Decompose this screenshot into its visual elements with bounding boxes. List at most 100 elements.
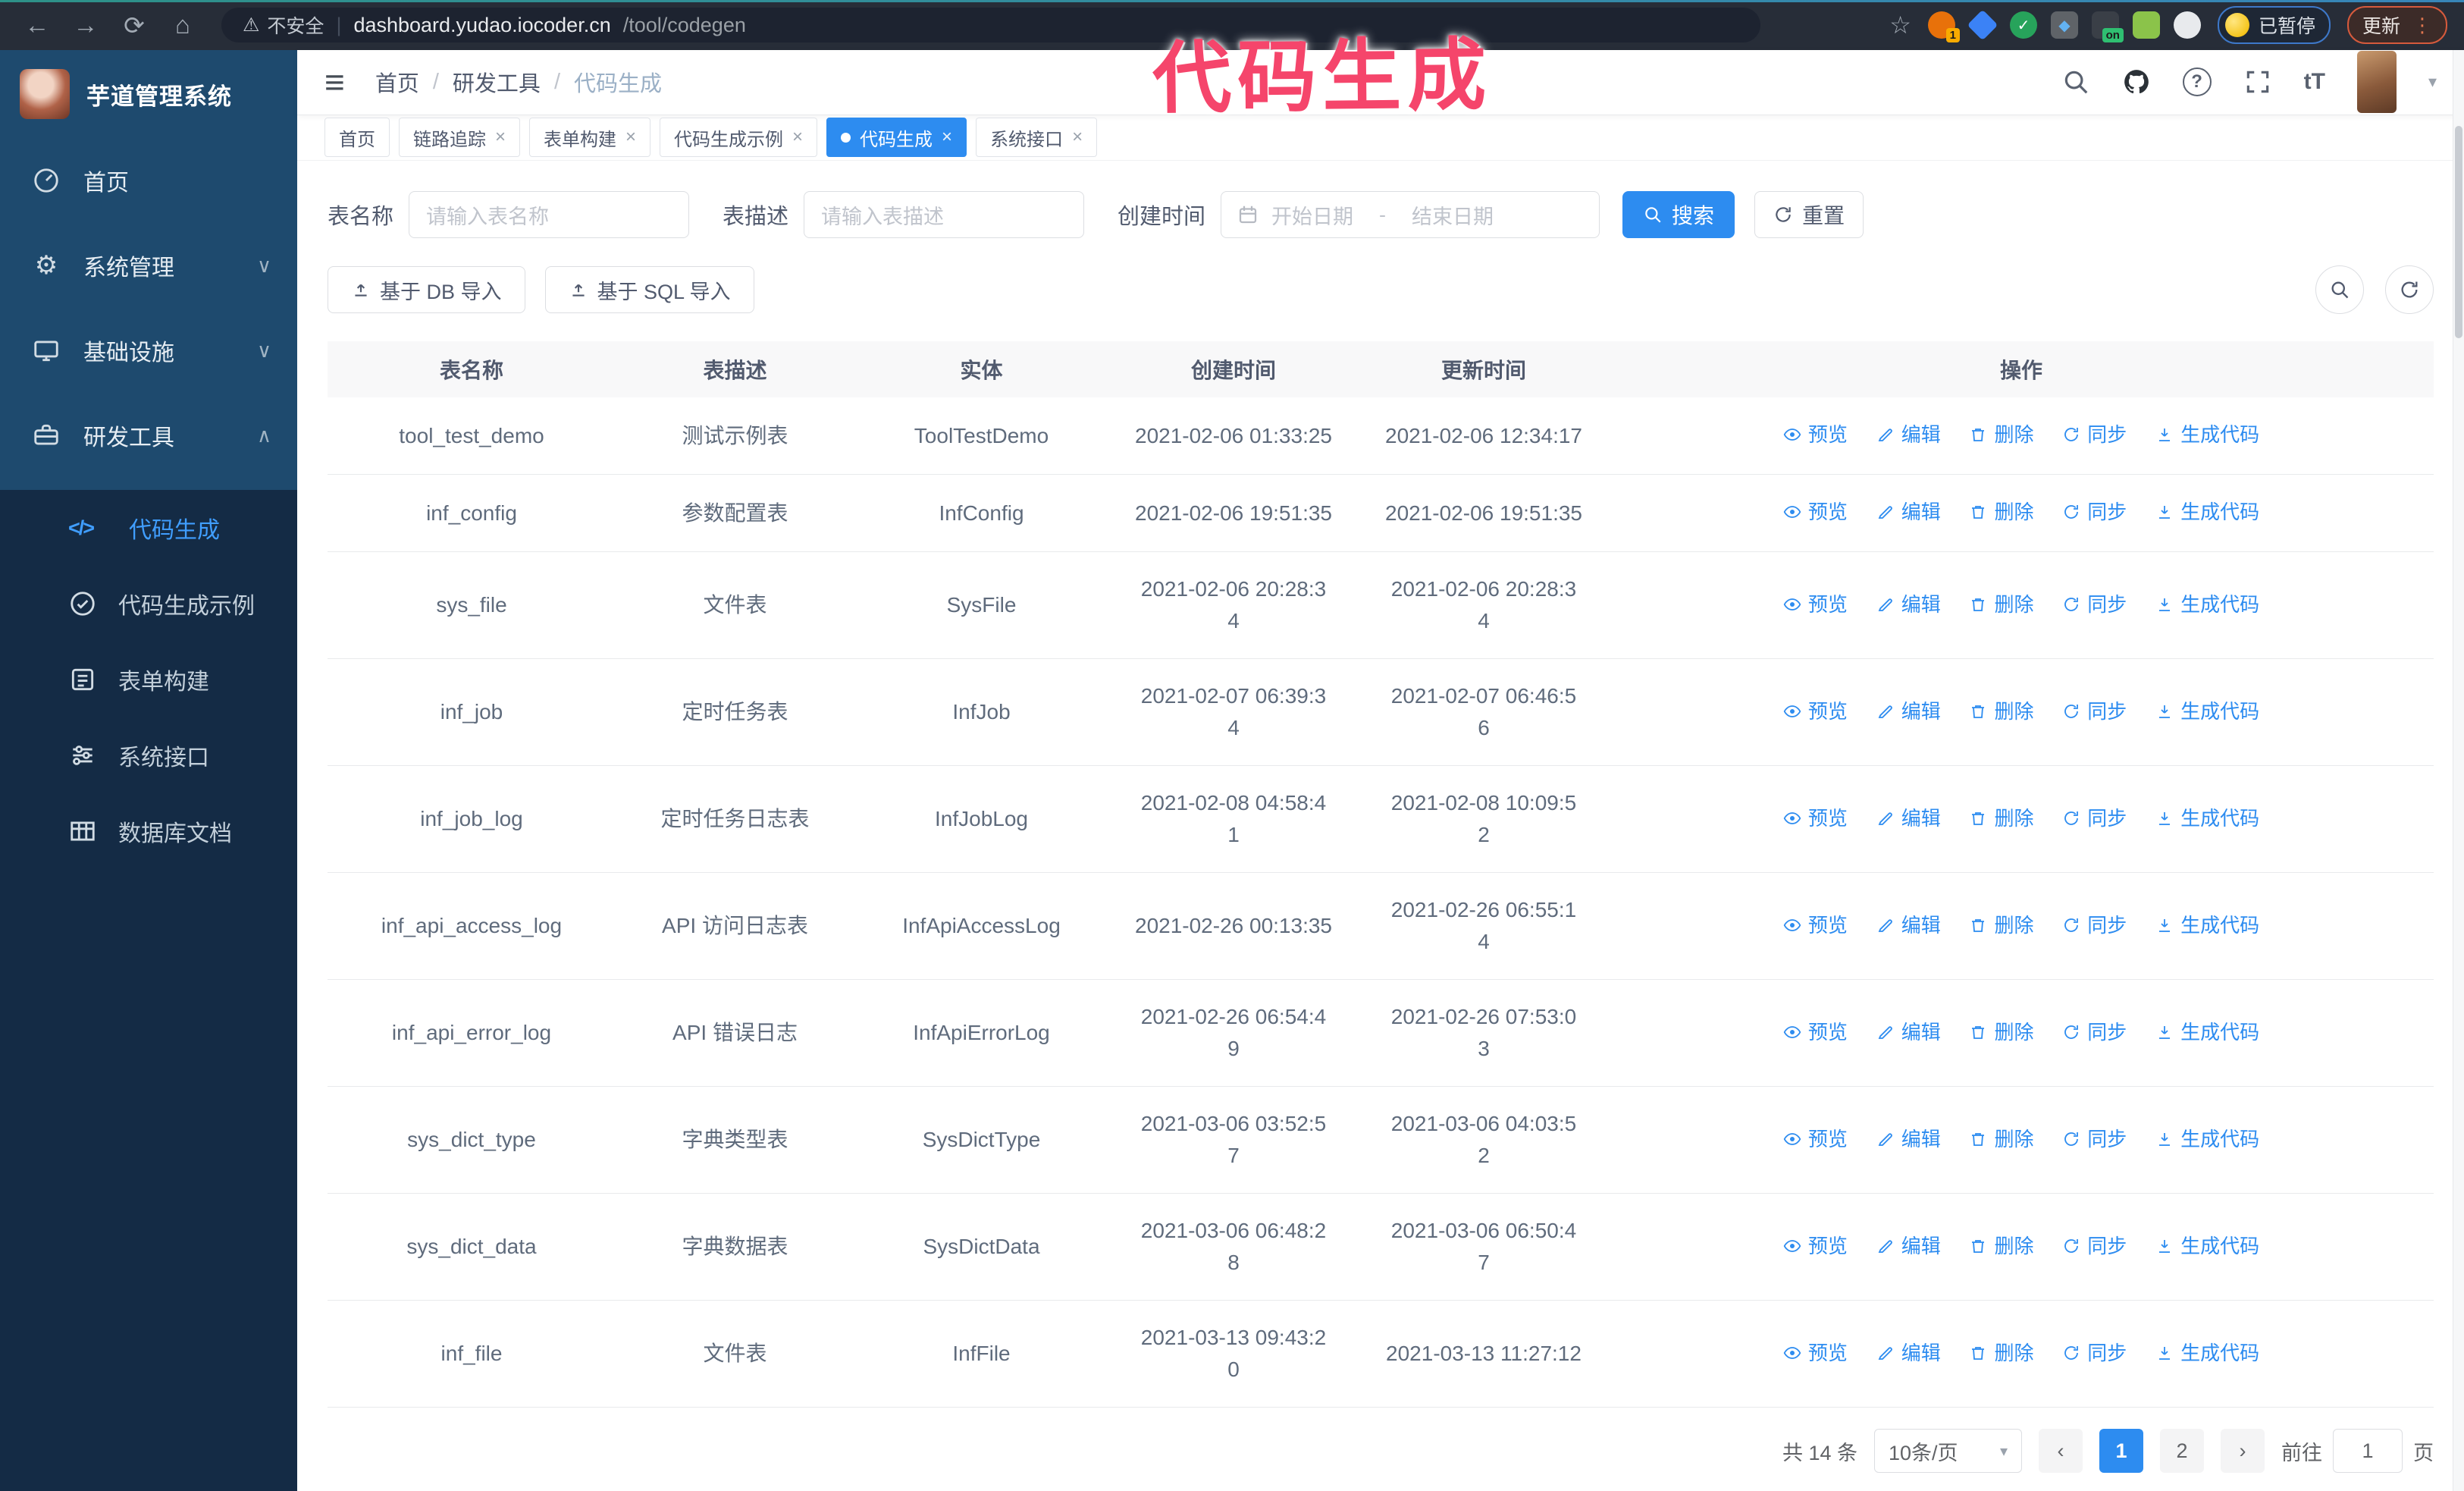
close-icon[interactable]: × <box>1072 127 1083 148</box>
extension-blue-gem[interactable] <box>1967 9 1998 41</box>
sidebar-item-system-api[interactable]: 系统接口 <box>0 717 297 793</box>
hamburger-icon[interactable]: ≡ <box>324 61 345 102</box>
edit-link[interactable]: 编辑 <box>1876 1337 1941 1369</box>
logo-row[interactable]: 芋道管理系统 <box>0 50 297 138</box>
generate-code-link[interactable]: 生成代码 <box>2155 802 2259 834</box>
extension-puzzle[interactable] <box>2173 11 2201 39</box>
delete-link[interactable]: 删除 <box>1969 419 2034 450</box>
preview-link[interactable]: 预览 <box>1783 909 1848 941</box>
delete-link[interactable]: 删除 <box>1969 909 2034 941</box>
user-avatar[interactable] <box>2356 51 2397 114</box>
delete-link[interactable]: 删除 <box>1969 802 2034 834</box>
page-2-button[interactable]: 2 <box>2160 1429 2204 1473</box>
generate-code-link[interactable]: 生成代码 <box>2155 496 2259 528</box>
sync-link[interactable]: 同步 <box>2062 1016 2127 1048</box>
sidebar-item-codegen-example[interactable]: 代码生成示例 <box>0 566 297 642</box>
goto-page-input[interactable]: 1 <box>2333 1429 2403 1473</box>
generate-code-link[interactable]: 生成代码 <box>2155 909 2259 941</box>
breadcrumb-devtools[interactable]: 研发工具 <box>453 66 541 98</box>
delete-link[interactable]: 删除 <box>1969 1230 2034 1262</box>
page-1-button[interactable]: 1 <box>2099 1429 2143 1473</box>
generate-code-link[interactable]: 生成代码 <box>2155 1230 2259 1262</box>
scrollbar-thumb[interactable] <box>2455 126 2462 338</box>
sync-link[interactable]: 同步 <box>2062 1230 2127 1262</box>
search-button[interactable]: 搜索 <box>1622 191 1735 238</box>
sync-link[interactable]: 同步 <box>2062 419 2127 450</box>
generate-code-link[interactable]: 生成代码 <box>2155 419 2259 450</box>
edit-link[interactable]: 编辑 <box>1876 1016 1941 1048</box>
preview-link[interactable]: 预览 <box>1783 1230 1848 1262</box>
delete-link[interactable]: 删除 <box>1969 1337 2034 1369</box>
edit-link[interactable]: 编辑 <box>1876 419 1941 450</box>
extension-gray-grid[interactable]: ◆ <box>2050 11 2078 39</box>
refresh-button[interactable] <box>2385 265 2434 314</box>
delete-link[interactable]: 删除 <box>1969 496 2034 528</box>
page-size-select[interactable]: 10条/页 ▾ <box>1874 1429 2022 1473</box>
table-desc-input[interactable]: 请输入表描述 <box>804 191 1085 238</box>
edit-link[interactable]: 编辑 <box>1876 589 1941 620</box>
url-bar[interactable]: ⚠ 不安全 | dashboard.yudao.iocoder.cn/tool/… <box>221 8 1760 42</box>
extension-green-droid[interactable] <box>2132 11 2160 39</box>
sync-link[interactable]: 同步 <box>2062 1123 2127 1155</box>
import-sql-button[interactable]: 基于 SQL 导入 <box>544 266 754 313</box>
generate-code-link[interactable]: 生成代码 <box>2155 1337 2259 1369</box>
forward-icon[interactable]: → <box>65 11 106 39</box>
sidebar-item-devtools[interactable]: 研发工具 ∧ <box>0 393 297 478</box>
font-size-icon[interactable]: tT <box>2304 69 2325 95</box>
tab-codegen[interactable]: 代码生成 × <box>826 118 967 158</box>
fullscreen-icon[interactable] <box>2243 67 2272 96</box>
delete-link[interactable]: 删除 <box>1969 1016 2034 1048</box>
date-range-picker[interactable]: 开始日期 - 结束日期 <box>1221 191 1600 238</box>
edit-link[interactable]: 编辑 <box>1876 1230 1941 1262</box>
sync-link[interactable]: 同步 <box>2062 802 2127 834</box>
menu-dots-icon[interactable]: ⋮ <box>2412 14 2432 37</box>
edit-link[interactable]: 编辑 <box>1876 1123 1941 1155</box>
sidebar-item-db-doc[interactable]: 数据库文档 <box>0 793 297 869</box>
generate-code-link[interactable]: 生成代码 <box>2155 695 2259 727</box>
prev-page-button[interactable]: ‹ <box>2039 1429 2083 1473</box>
bookmark-star-icon[interactable]: ☆ <box>1889 11 1911 39</box>
generate-code-link[interactable]: 生成代码 <box>2155 1123 2259 1155</box>
preview-link[interactable]: 预览 <box>1783 802 1848 834</box>
sync-link[interactable]: 同步 <box>2062 909 2127 941</box>
sidebar-item-infra[interactable]: 基础设施 ∨ <box>0 308 297 393</box>
github-icon[interactable] <box>2122 67 2151 96</box>
preview-link[interactable]: 预览 <box>1783 1016 1848 1048</box>
breadcrumb-home[interactable]: 首页 <box>375 66 419 98</box>
sidebar-item-system[interactable]: ⚙ 系统管理 ∨ <box>0 223 297 308</box>
caret-down-icon[interactable]: ▾ <box>2428 72 2437 92</box>
sync-link[interactable]: 同步 <box>2062 589 2127 620</box>
preview-link[interactable]: 预览 <box>1783 419 1848 450</box>
delete-link[interactable]: 删除 <box>1969 589 2034 620</box>
tab-form-builder[interactable]: 表单构建 × <box>529 118 651 158</box>
back-icon[interactable]: ← <box>17 11 58 39</box>
sidebar-item-form-builder[interactable]: 表单构建 <box>0 642 297 717</box>
close-icon[interactable]: × <box>792 127 803 148</box>
preview-link[interactable]: 预览 <box>1783 1337 1848 1369</box>
extension-dark-on[interactable]: on <box>2091 11 2124 42</box>
preview-link[interactable]: 预览 <box>1783 695 1848 727</box>
preview-link[interactable]: 预览 <box>1783 496 1848 528</box>
search-icon[interactable] <box>2061 67 2090 96</box>
update-button[interactable]: 更新 ⋮ <box>2346 6 2447 44</box>
generate-code-link[interactable]: 生成代码 <box>2155 589 2259 620</box>
edit-link[interactable]: 编辑 <box>1876 909 1941 941</box>
generate-code-link[interactable]: 生成代码 <box>2155 1016 2259 1048</box>
sync-link[interactable]: 同步 <box>2062 695 2127 727</box>
edit-link[interactable]: 编辑 <box>1876 496 1941 528</box>
help-icon[interactable]: ? <box>2182 67 2212 97</box>
reload-icon[interactable]: ⟳ <box>114 11 155 40</box>
delete-link[interactable]: 删除 <box>1969 1123 2034 1155</box>
delete-link[interactable]: 删除 <box>1969 695 2034 727</box>
close-icon[interactable]: × <box>625 127 636 148</box>
paused-badge[interactable]: 已暂停 <box>2217 6 2331 44</box>
edit-link[interactable]: 编辑 <box>1876 695 1941 727</box>
tab-tracing[interactable]: 链路追踪 × <box>399 118 521 158</box>
toggle-search-button[interactable] <box>2315 265 2364 314</box>
sidebar-item-codegen[interactable]: </> 代码生成 <box>0 490 297 566</box>
close-icon[interactable]: × <box>495 127 506 148</box>
sidebar-item-home[interactable]: 首页 <box>0 138 297 223</box>
tab-system-api[interactable]: 系统接口 × <box>976 118 1098 158</box>
sync-link[interactable]: 同步 <box>2062 1337 2127 1369</box>
security-warning[interactable]: ⚠ 不安全 <box>243 11 324 39</box>
